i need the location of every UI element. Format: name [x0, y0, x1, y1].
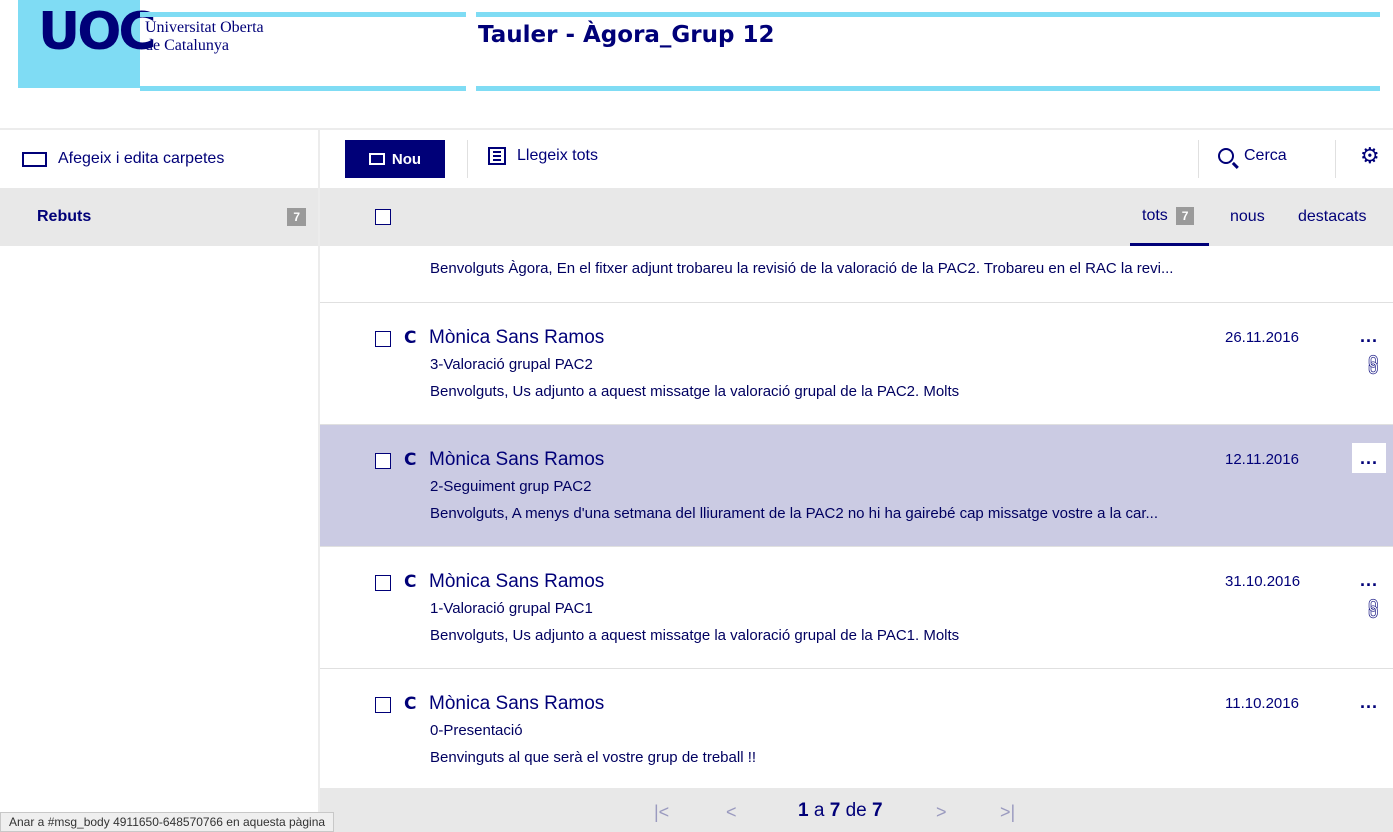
message-subject: 2-Seguiment grup PAC2 [430, 478, 592, 495]
message-checkbox[interactable] [375, 453, 391, 469]
pagination: |< < 1 a 7 de 7 > >| [320, 788, 1393, 832]
tab-new[interactable]: nous [1230, 188, 1265, 246]
envelope-icon [368, 153, 385, 165]
last-page-icon[interactable]: >| [1000, 802, 1015, 823]
edit-folders-link[interactable]: Afegeix i edita carpetes [0, 130, 318, 188]
list-icon [488, 147, 506, 165]
new-message-label: Nou [391, 150, 422, 168]
university-name: Universitat Oberta de Catalunya [145, 19, 264, 55]
list-item[interactable]: Benvolguts Àgora, En el fitxer adjunt tr… [320, 246, 1393, 303]
header-divider [140, 86, 466, 91]
more-options-button[interactable]: ... [1352, 687, 1386, 717]
more-options-button[interactable]: ... [1352, 565, 1386, 595]
toolbar-divider [1335, 140, 1336, 178]
message-preview: Benvolguts, A menys d'una setmana del ll… [430, 505, 1158, 522]
sidebar: Afegeix i edita carpetes Rebuts 7 [0, 128, 318, 832]
paperclip-icon: 🔗︎ [1359, 350, 1388, 379]
page-of: de [845, 800, 867, 821]
university-line-1: Universitat Oberta [145, 19, 264, 36]
message-date: 31.10.2016 [1225, 573, 1301, 590]
message-date: 26.11.2016 [1225, 329, 1299, 346]
message-sender: Mònica Sans Ramos [429, 327, 605, 348]
sender-initial: C [404, 694, 417, 714]
folder-icon [22, 151, 47, 167]
message-sender: Mònica Sans Ramos [429, 693, 605, 714]
first-page-icon[interactable]: |< [654, 802, 669, 823]
more-options-button[interactable]: ... [1352, 321, 1386, 351]
next-page-icon[interactable]: > [936, 802, 947, 823]
message-panel: Nou Llegeix tots Cerca ⚙ tots 7 nous des… [318, 128, 1393, 832]
more-options-button[interactable]: ... [1352, 443, 1386, 473]
page-total: 7 [872, 800, 883, 821]
sender-initial: C [404, 450, 417, 470]
list-item[interactable]: C Mònica Sans Ramos 2-Seguiment grup PAC… [320, 425, 1393, 547]
all-count-badge: 7 [1175, 206, 1195, 225]
search-button[interactable]: Cerca [1218, 147, 1287, 165]
message-subject: 3-Valoració grupal PAC2 [430, 356, 593, 373]
university-line-2: de Catalunya [145, 37, 229, 54]
message-sender: Mònica Sans Ramos [429, 571, 605, 592]
page-title: Tauler - Àgora_Grup 12 [478, 22, 775, 48]
toolbar-divider [1198, 140, 1199, 178]
message-preview: Benvolguts Àgora, En el fitxer adjunt tr… [430, 260, 1174, 277]
sender-initial: C [404, 572, 417, 592]
previous-page-icon[interactable]: < [726, 802, 737, 823]
tab-all[interactable]: tots 7 [1130, 188, 1210, 246]
select-all-checkbox[interactable] [375, 209, 391, 225]
inbox-count-badge: 7 [287, 208, 306, 226]
toolbar-divider [467, 140, 468, 178]
list-item[interactable]: C Mònica Sans Ramos 1-Valoració grupal P… [320, 547, 1393, 669]
list-item[interactable]: C Mònica Sans Ramos 0-Presentació Benvin… [320, 669, 1393, 791]
message-preview: Benvolguts, Us adjunto a aquest missatge… [430, 383, 960, 400]
toolbar: Nou Llegeix tots Cerca ⚙ [320, 130, 1393, 188]
edit-folders-label: Afegeix i edita carpetes [58, 150, 225, 167]
uoc-logo[interactable]: UOC [18, 0, 157, 88]
message-checkbox[interactable] [375, 697, 391, 713]
page-separator: a [813, 800, 825, 821]
message-checkbox[interactable] [375, 331, 391, 347]
sender-initial: C [404, 328, 417, 348]
read-all-label: Llegeix tots [517, 147, 598, 164]
message-preview: Benvolguts, Us adjunto a aquest missatge… [430, 627, 960, 644]
read-all-button[interactable]: Llegeix tots [488, 147, 598, 165]
search-icon [1218, 148, 1234, 164]
header-divider [476, 86, 1380, 91]
header-divider [140, 12, 466, 17]
header-divider [476, 12, 1380, 17]
new-message-button[interactable]: Nou [345, 140, 445, 178]
tab-all-label: tots [1142, 206, 1168, 224]
page-indicator: 1 a 7 de 7 [798, 800, 883, 822]
message-subject: 1-Valoració grupal PAC1 [430, 600, 593, 617]
message-checkbox[interactable] [375, 575, 391, 591]
list-item[interactable]: C Mònica Sans Ramos 3-Valoració grupal P… [320, 303, 1393, 425]
message-preview: Benvinguts al que serà el vostre grup de… [430, 749, 757, 766]
message-date: 12.11.2016 [1225, 451, 1299, 468]
message-subject: 0-Presentació [430, 722, 523, 739]
gear-icon[interactable]: ⚙ [1360, 144, 1380, 169]
inbox-label: Rebuts [37, 208, 92, 225]
logo-text: UOC [38, 2, 157, 62]
sidebar-item-inbox[interactable]: Rebuts 7 [0, 188, 318, 246]
paperclip-icon: 🔗︎ [1359, 594, 1388, 623]
tab-starred[interactable]: destacats [1298, 188, 1366, 246]
page-to: 7 [829, 800, 841, 821]
status-bar-url: Anar a #msg_body 4911650-648570766 en aq… [0, 812, 335, 832]
message-date: 11.10.2016 [1225, 695, 1299, 712]
page-from: 1 [798, 800, 809, 821]
search-label: Cerca [1244, 147, 1287, 164]
filter-bar: tots 7 nous destacats [320, 188, 1393, 246]
message-sender: Mònica Sans Ramos [429, 449, 605, 470]
